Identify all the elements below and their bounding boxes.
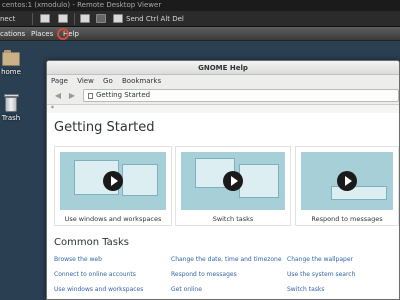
menu-page[interactable]: Page [51,77,68,85]
video-thumbnail [60,152,166,210]
video-thumbnail [181,152,285,210]
video-card-switch-tasks[interactable]: Switch tasks [175,146,291,226]
task-link[interactable]: Get online [171,286,202,293]
keyboard-icon[interactable] [80,14,90,23]
video-label: Respond to messages [311,215,383,223]
thumb-window [122,164,158,196]
video-card-respond-messages[interactable]: Respond to messages [295,146,399,226]
trash-icon [5,97,17,112]
back-arrow-icon[interactable]: ◀ [51,90,65,102]
screenshot-icon[interactable] [58,14,68,23]
fullscreen-icon[interactable] [40,14,50,23]
keys-icon[interactable] [96,14,106,23]
window-title: GNOME Help [47,61,399,75]
task-link[interactable]: Browse the web [54,256,102,263]
thumb-window [239,164,279,198]
folder-icon [2,50,20,66]
help-window: GNOME Help Page View Go Bookmarks ◀ ▶ Ge… [46,60,400,300]
video-label: Use windows and workspaces [64,215,162,223]
video-card-windows-workspaces[interactable]: Use windows and workspaces [54,146,172,226]
page-title: Getting Started [54,120,155,135]
gnome-top-panel: cations Places Help [0,27,400,41]
viewer-toolbar: nect Send Ctrl Alt Del [0,11,400,27]
task-link[interactable]: Switch tasks [287,286,325,293]
menu-view[interactable]: View [77,77,94,85]
document-icon [88,93,93,99]
task-link[interactable]: Change the wallpaper [287,256,353,263]
menu-go[interactable]: Go [103,77,113,85]
home-label: home [1,68,21,76]
search-marker[interactable]: * [51,105,54,112]
click-indicator-icon [57,28,69,40]
task-link[interactable]: Respond to messages [171,271,237,278]
navigation-bar: ◀ ▶ Getting Started [47,87,399,105]
trash-label: Trash [1,114,21,122]
forward-arrow-icon[interactable]: ▶ [65,90,79,102]
play-icon[interactable] [223,171,243,191]
viewer-title: centos:1 (xmodulo) - Remote Desktop View… [0,0,400,11]
task-link[interactable]: Use windows and workspaces [54,286,143,293]
play-icon[interactable] [103,171,123,191]
toolbar-separator [74,13,75,25]
task-link[interactable]: Connect to online accounts [54,271,136,278]
connect-button[interactable]: nect [0,11,15,27]
toolbar-separator [32,13,33,25]
places-menu[interactable]: Places [31,27,53,41]
menu-bookmarks[interactable]: Bookmarks [122,77,161,85]
home-desktop-icon[interactable]: home [0,50,22,76]
menubar: Page View Go Bookmarks [47,75,399,87]
send-ctrl-alt-del-button[interactable]: Send Ctrl Alt Del [126,11,184,27]
task-link[interactable]: Use the system search [287,271,355,278]
play-icon[interactable] [337,171,357,191]
applications-menu[interactable]: cations [0,27,25,41]
trash-desktop-icon[interactable]: Trash [0,94,22,122]
send-keys-icon[interactable] [113,14,123,23]
search-row: * [47,105,399,113]
help-content: Getting Started Use windows and workspac… [47,113,399,299]
path-label: Getting Started [96,91,151,99]
video-thumbnail [301,152,393,210]
common-tasks-heading: Common Tasks [54,237,130,248]
video-label: Switch tasks [212,215,254,223]
path-getting-started-button[interactable]: Getting Started [83,89,399,102]
task-link[interactable]: Change the date, time and timezone [171,256,282,263]
